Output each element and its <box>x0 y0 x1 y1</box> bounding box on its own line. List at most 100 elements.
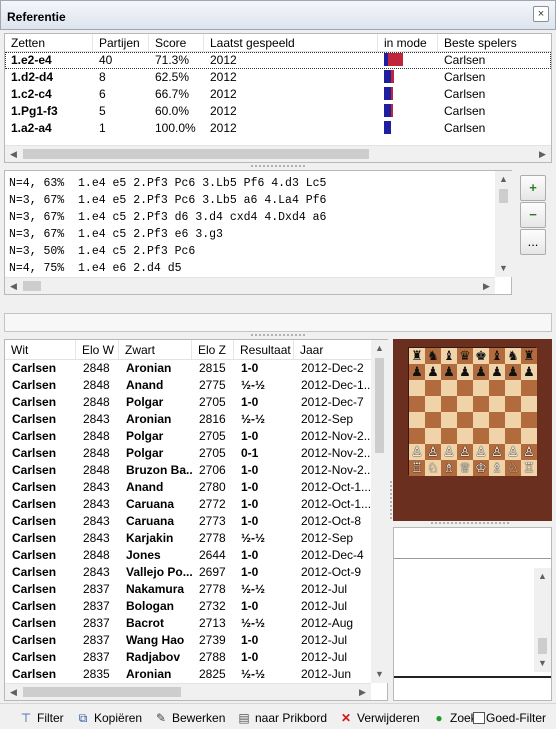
scroll-right-arrow-icon[interactable]: ▶ <box>354 684 371 700</box>
board-square[interactable] <box>441 380 457 396</box>
chess-board[interactable]: ♜ ♞ ♝ ♛ ♚ ♝ ♞ ♜ ♟ ♟ ♟ ♟ ♟ ♟ ♟ ♟ ♙ ♙ ♙ ♙ ♙ ♙ ♙ ♙ ♖ ♘ ♗ ♕ ♔ ♗ ♘ ♖ <box>408 347 537 476</box>
board-square[interactable]: ♟ <box>441 364 457 380</box>
board-square[interactable] <box>425 412 441 428</box>
table-row[interactable]: Carlsen 2848 Polgar 2705 1-0 2012-Nov-2... <box>5 428 387 445</box>
scroll-up-arrow-icon[interactable]: ▲ <box>371 340 388 357</box>
chess-piece-icon[interactable]: ♞ <box>507 348 519 363</box>
col-header-partijen[interactable]: Partijen <box>93 34 149 51</box>
board-square[interactable] <box>409 396 425 412</box>
scroll-down-arrow-icon[interactable]: ▼ <box>371 666 388 683</box>
board-square[interactable]: ♙ <box>409 444 425 460</box>
table-row[interactable]: Carlsen 2837 Nakamura 2778 ½-½ 2012-Jul <box>5 581 387 598</box>
splitter-grip[interactable] <box>430 521 510 525</box>
scroll-thumb[interactable] <box>375 358 384 453</box>
table-row[interactable]: Carlsen 2843 Caruana 2773 1-0 2012-Oct-8 <box>5 513 387 530</box>
col-header-wit[interactable]: Wit <box>5 340 76 359</box>
board-square[interactable] <box>441 412 457 428</box>
notes-vscrollbar[interactable]: ▲ ▼ <box>534 568 551 672</box>
chess-piece-icon[interactable]: ♙ <box>427 444 439 459</box>
close-button[interactable]: × <box>533 6 549 22</box>
table-row[interactable]: 1.a2-a4 1 100.0% 2012 Carlsen <box>5 120 551 137</box>
table-row[interactable]: Carlsen 2848 Polgar 2705 0-1 2012-Nov-2... <box>5 445 387 462</box>
scroll-up-arrow-icon[interactable]: ▲ <box>534 568 551 585</box>
board-square[interactable]: ♙ <box>505 444 521 460</box>
board-square[interactable] <box>521 428 537 444</box>
scroll-thumb[interactable] <box>23 687 181 697</box>
chess-piece-icon[interactable]: ♙ <box>411 444 423 459</box>
board-square[interactable]: ♙ <box>457 444 473 460</box>
board-square[interactable]: ♙ <box>425 444 441 460</box>
table-row[interactable]: Carlsen 2843 Caruana 2772 1-0 2012-Oct-1... <box>5 496 387 513</box>
good-filter-checkbox[interactable]: Goed-Filter <box>473 709 546 727</box>
table-row[interactable]: Carlsen 2843 Vallejo Po... 2697 1-0 2012-Oct-… <box>5 564 387 581</box>
chess-piece-icon[interactable]: ♙ <box>491 444 503 459</box>
chess-piece-icon[interactable]: ♙ <box>523 444 535 459</box>
copy-button[interactable]: ⧉ Kopiëren <box>75 709 142 727</box>
clipboard-button[interactable]: ▤ naar Prikbord <box>236 709 327 727</box>
board-square[interactable]: ♙ <box>489 444 505 460</box>
board-square[interactable] <box>425 428 441 444</box>
moves-hscrollbar[interactable]: ◀ ▶ <box>5 145 551 162</box>
board-square[interactable]: ♘ <box>425 460 441 476</box>
board-square[interactable]: ♟ <box>505 364 521 380</box>
board-square[interactable] <box>457 396 473 412</box>
board-square[interactable] <box>489 412 505 428</box>
col-header-resultaat[interactable]: Resultaat <box>234 340 294 359</box>
variation-line[interactable]: N=4, 63% 1.e4 e5 2.Pf3 Pc6 3.Lb5 Pf6 4.d… <box>5 175 511 192</box>
board-square[interactable]: ♟ <box>521 364 537 380</box>
chess-piece-icon[interactable]: ♜ <box>411 348 423 363</box>
board-square[interactable]: ♟ <box>425 364 441 380</box>
chess-piece-icon[interactable]: ♝ <box>491 348 503 363</box>
table-row[interactable]: Carlsen 2837 Bacrot 2713 ½-½ 2012-Aug <box>5 615 387 632</box>
table-row[interactable]: Carlsen 2837 Wang Hao 2739 1-0 2012-Jul <box>5 632 387 649</box>
scroll-thumb[interactable] <box>23 149 369 159</box>
col-header-elo-w[interactable]: Elo W <box>76 340 119 359</box>
checkbox-icon[interactable] <box>473 712 485 724</box>
table-row[interactable]: Carlsen 2848 Jones 2644 1-0 2012-Dec-4 <box>5 547 387 564</box>
table-row[interactable]: Carlsen 2837 Radjabov 2788 1-0 2012-Jul <box>5 649 387 666</box>
games-hscrollbar[interactable]: ◀ ▶ <box>5 683 371 700</box>
board-square[interactable] <box>505 428 521 444</box>
board-square[interactable]: ♗ <box>441 460 457 476</box>
chess-piece-icon[interactable]: ♟ <box>427 364 439 379</box>
board-square[interactable] <box>473 396 489 412</box>
variation-line[interactable]: N=3, 67% 1.e4 c5 2.Pf3 e6 3.g3 <box>5 226 511 243</box>
board-square[interactable]: ♟ <box>489 364 505 380</box>
scroll-thumb[interactable] <box>23 281 41 291</box>
board-square[interactable] <box>505 412 521 428</box>
scroll-down-arrow-icon[interactable]: ▼ <box>534 655 551 672</box>
splitter-grip[interactable] <box>250 164 306 168</box>
search-button[interactable]: ● Zoek <box>431 709 476 727</box>
table-row[interactable]: Carlsen 2837 Bologan 2732 1-0 2012-Jul <box>5 598 387 615</box>
chess-piece-icon[interactable]: ♗ <box>491 460 503 475</box>
board-square[interactable]: ♜ <box>521 348 537 364</box>
board-square[interactable] <box>425 380 441 396</box>
table-row[interactable]: Carlsen 2835 Aronian 2825 ½-½ 2012-Jun <box>5 666 387 683</box>
chess-piece-icon[interactable]: ♟ <box>443 364 455 379</box>
chess-piece-icon[interactable]: ♔ <box>475 460 487 475</box>
board-square[interactable]: ♖ <box>409 460 425 476</box>
chess-piece-icon[interactable]: ♗ <box>443 460 455 475</box>
board-square[interactable] <box>489 380 505 396</box>
board-square[interactable] <box>505 396 521 412</box>
board-square[interactable]: ♗ <box>489 460 505 476</box>
zoom-in-button[interactable]: + <box>520 175 546 201</box>
chess-piece-icon[interactable]: ♟ <box>507 364 519 379</box>
table-row[interactable]: Carlsen 2848 Aronian 2815 1-0 2012-Dec-2 <box>5 360 387 377</box>
chess-piece-icon[interactable]: ♟ <box>491 364 503 379</box>
chess-piece-icon[interactable]: ♞ <box>427 348 439 363</box>
chess-piece-icon[interactable]: ♘ <box>507 460 519 475</box>
board-square[interactable] <box>489 396 505 412</box>
col-header-zwart[interactable]: Zwart <box>119 340 192 359</box>
table-row[interactable]: Carlsen 2843 Karjakin 2778 ½-½ 2012-Sep <box>5 530 387 547</box>
board-square[interactable]: ♔ <box>473 460 489 476</box>
chess-piece-icon[interactable]: ♜ <box>523 348 535 363</box>
variation-line[interactable]: N=3, 67% 1.e4 e5 2.Pf3 Pc6 3.Lb5 a6 4.La… <box>5 192 511 209</box>
filter-button[interactable]: ⊤ Filter <box>18 709 64 727</box>
chess-piece-icon[interactable]: ♟ <box>475 364 487 379</box>
table-row[interactable]: 1.Pg1-f3 5 60.0% 2012 Carlsen <box>5 103 551 120</box>
table-row[interactable]: Carlsen 2848 Anand 2775 ½-½ 2012-Dec-1... <box>5 377 387 394</box>
chess-piece-icon[interactable]: ♙ <box>475 444 487 459</box>
edit-button[interactable]: ✎ Bewerken <box>153 709 225 727</box>
board-square[interactable] <box>457 428 473 444</box>
